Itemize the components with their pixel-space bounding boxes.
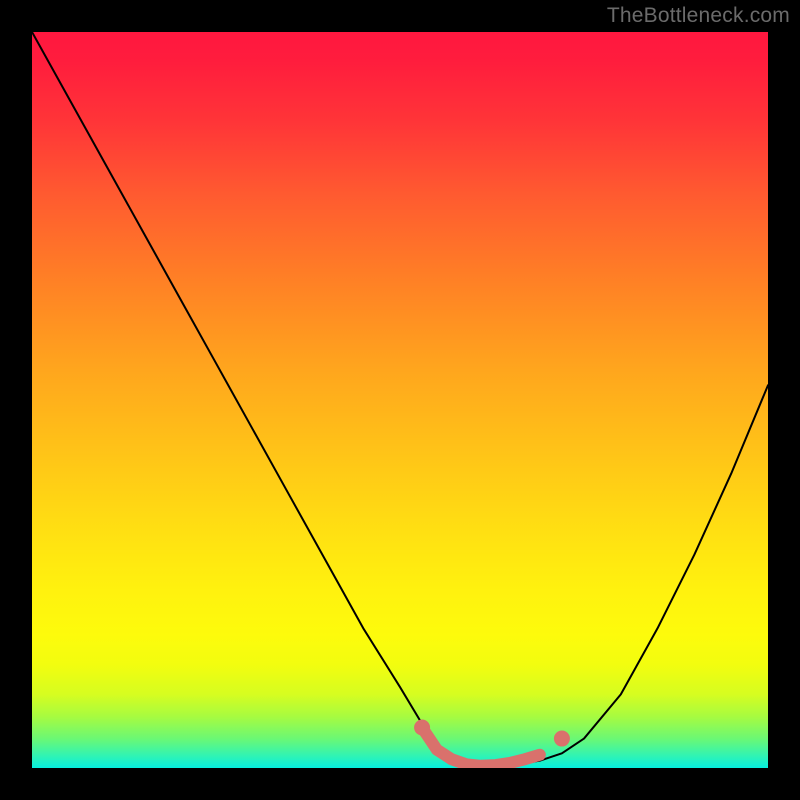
highlight-valley [422,728,540,766]
bottleneck-curve [32,32,768,768]
chart-frame: TheBottleneck.com [0,0,800,800]
watermark: TheBottleneck.com [607,4,790,28]
highlight-dot [554,731,570,747]
plot-area [32,32,768,768]
chart-svg [32,32,768,768]
highlight-dot-start [414,720,430,736]
